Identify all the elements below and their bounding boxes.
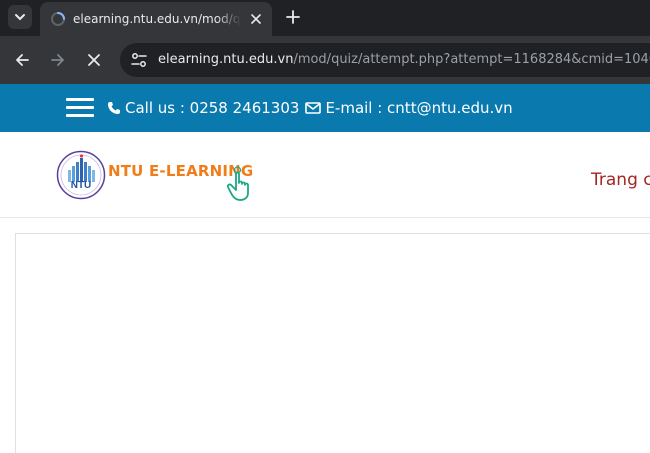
pointing-hand-icon xyxy=(226,166,249,201)
close-icon xyxy=(88,54,100,66)
chevron-down-icon xyxy=(15,14,25,21)
site-header: NTU NTU E-LEARNING Trang c xyxy=(0,132,650,218)
arrow-right-icon xyxy=(51,54,64,66)
url-text: elearning.ntu.edu.vn/mod/quiz/attempt.ph… xyxy=(158,52,650,68)
forward-button[interactable] xyxy=(46,48,70,72)
envelope-icon xyxy=(305,102,322,114)
tab-title: elearning.ntu.edu.vn/mod/quiz/attempt.ph… xyxy=(73,12,241,26)
back-button[interactable] xyxy=(10,48,34,72)
phone-icon xyxy=(108,102,120,114)
quiz-content-area xyxy=(15,233,650,453)
tab-close-button[interactable] xyxy=(247,10,265,28)
site-settings-icon[interactable] xyxy=(130,51,148,69)
contact-info: Call us : 0258 2461303 E-mail : cntt@ntu… xyxy=(107,99,513,117)
arrow-left-icon xyxy=(16,54,29,66)
stop-loading-button[interactable] xyxy=(82,48,106,72)
phone-text: Call us : 0258 2461303 xyxy=(125,99,300,117)
plus-icon xyxy=(286,10,300,24)
university-emblem-logo[interactable]: NTU xyxy=(56,150,106,200)
browser-toolbar: elearning.ntu.edu.vn/mod/quiz/attempt.ph… xyxy=(0,36,650,84)
email-text[interactable]: E-mail : cntt@ntu.edu.vn xyxy=(325,99,512,117)
browser-tab-strip: elearning.ntu.edu.vn/mod/quiz/attempt.ph… xyxy=(0,0,650,36)
emblem-text: NTU xyxy=(71,180,92,191)
tab-search-button[interactable] xyxy=(8,5,32,29)
new-tab-button[interactable] xyxy=(283,7,303,27)
browser-tab[interactable]: elearning.ntu.edu.vn/mod/quiz/attempt.ph… xyxy=(40,2,272,36)
nav-home-link[interactable]: Trang c xyxy=(591,170,650,190)
menu-icon[interactable] xyxy=(66,98,94,118)
url-host: elearning.ntu.edu.vn xyxy=(158,52,294,67)
site-top-bar: Call us : 0258 2461303 E-mail : cntt@ntu… xyxy=(0,84,650,132)
close-icon xyxy=(251,14,261,24)
loading-spinner-icon xyxy=(51,12,65,26)
url-path: /mod/quiz/attempt.php?attempt=1168284&cm… xyxy=(293,52,650,67)
address-bar[interactable]: elearning.ntu.edu.vn/mod/quiz/attempt.ph… xyxy=(120,43,650,77)
